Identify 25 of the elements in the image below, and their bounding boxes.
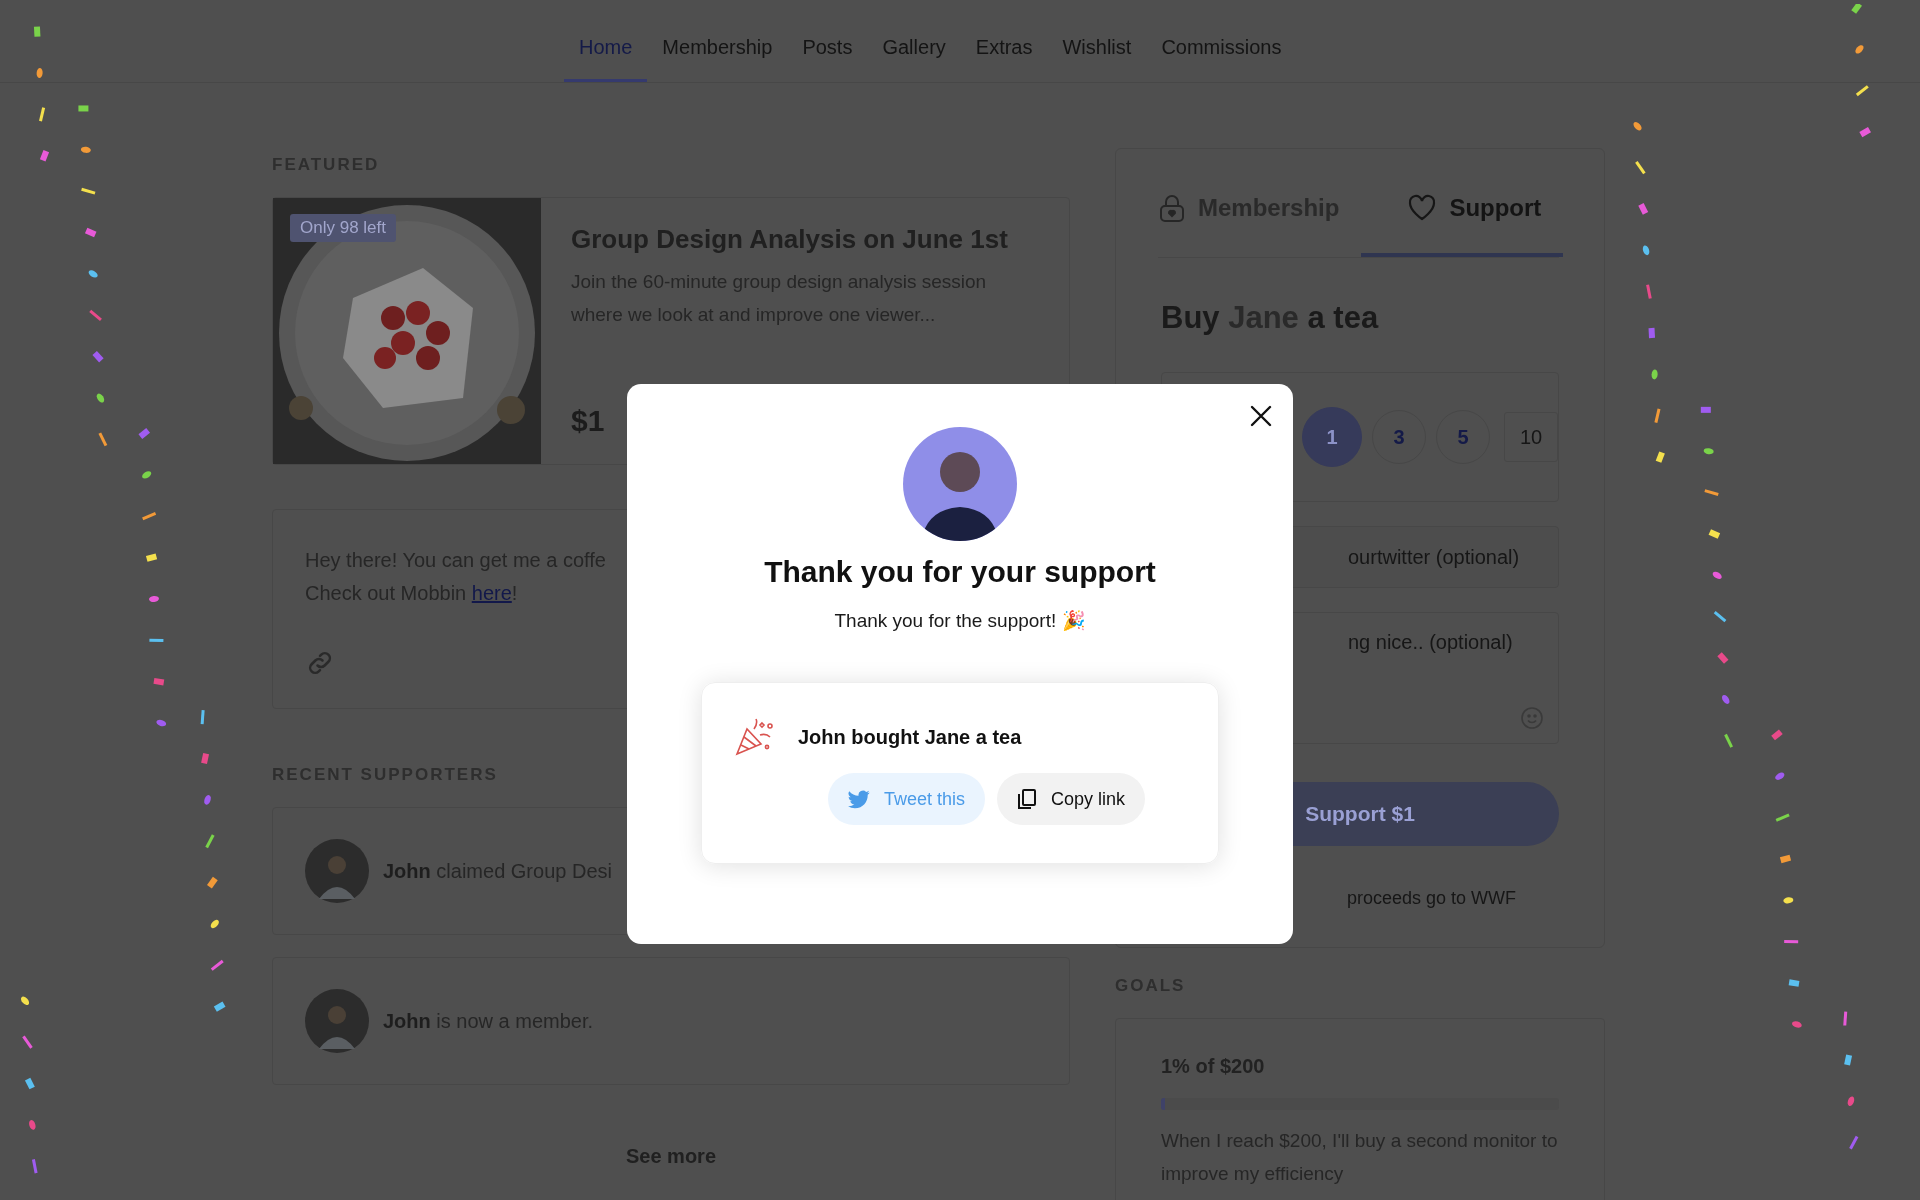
nav-tab[interactable]: Extras xyxy=(960,0,1048,82)
avatar xyxy=(305,989,369,1053)
amount-option[interactable]: 1 xyxy=(1302,407,1362,467)
copy-icon xyxy=(1017,788,1038,810)
dialog-title: Thank you for your support xyxy=(764,555,1156,589)
nav-tab[interactable]: Membership xyxy=(647,0,788,82)
heart-icon xyxy=(1407,194,1438,222)
panel-tab[interactable]: Support xyxy=(1361,149,1564,257)
nav-tab[interactable]: Gallery xyxy=(867,0,961,82)
dialog-message: Thank you for the support! 🎉 xyxy=(834,609,1086,632)
amount-option[interactable]: 10 xyxy=(1504,412,1558,462)
stock-badge: Only 98 left xyxy=(290,214,396,242)
nav-tab[interactable]: Wishlist xyxy=(1047,0,1147,82)
nav-tab[interactable]: Posts xyxy=(787,0,868,82)
close-icon[interactable] xyxy=(1249,404,1273,428)
avatar xyxy=(305,839,369,903)
tweet-button[interactable]: Tweet this xyxy=(828,773,986,825)
share-text: John bought Jane a tea xyxy=(798,725,1022,749)
bird-icon xyxy=(848,789,870,809)
proceeds-note: proceeds go to WWF xyxy=(1346,888,1518,909)
copy-link-button[interactable]: Copy link xyxy=(997,773,1146,825)
nav-tab[interactable]: Home xyxy=(564,0,648,82)
lock-icon xyxy=(1158,193,1186,223)
here-link[interactable]: here xyxy=(471,582,512,604)
nav-tab[interactable]: Commissions xyxy=(1146,0,1297,82)
